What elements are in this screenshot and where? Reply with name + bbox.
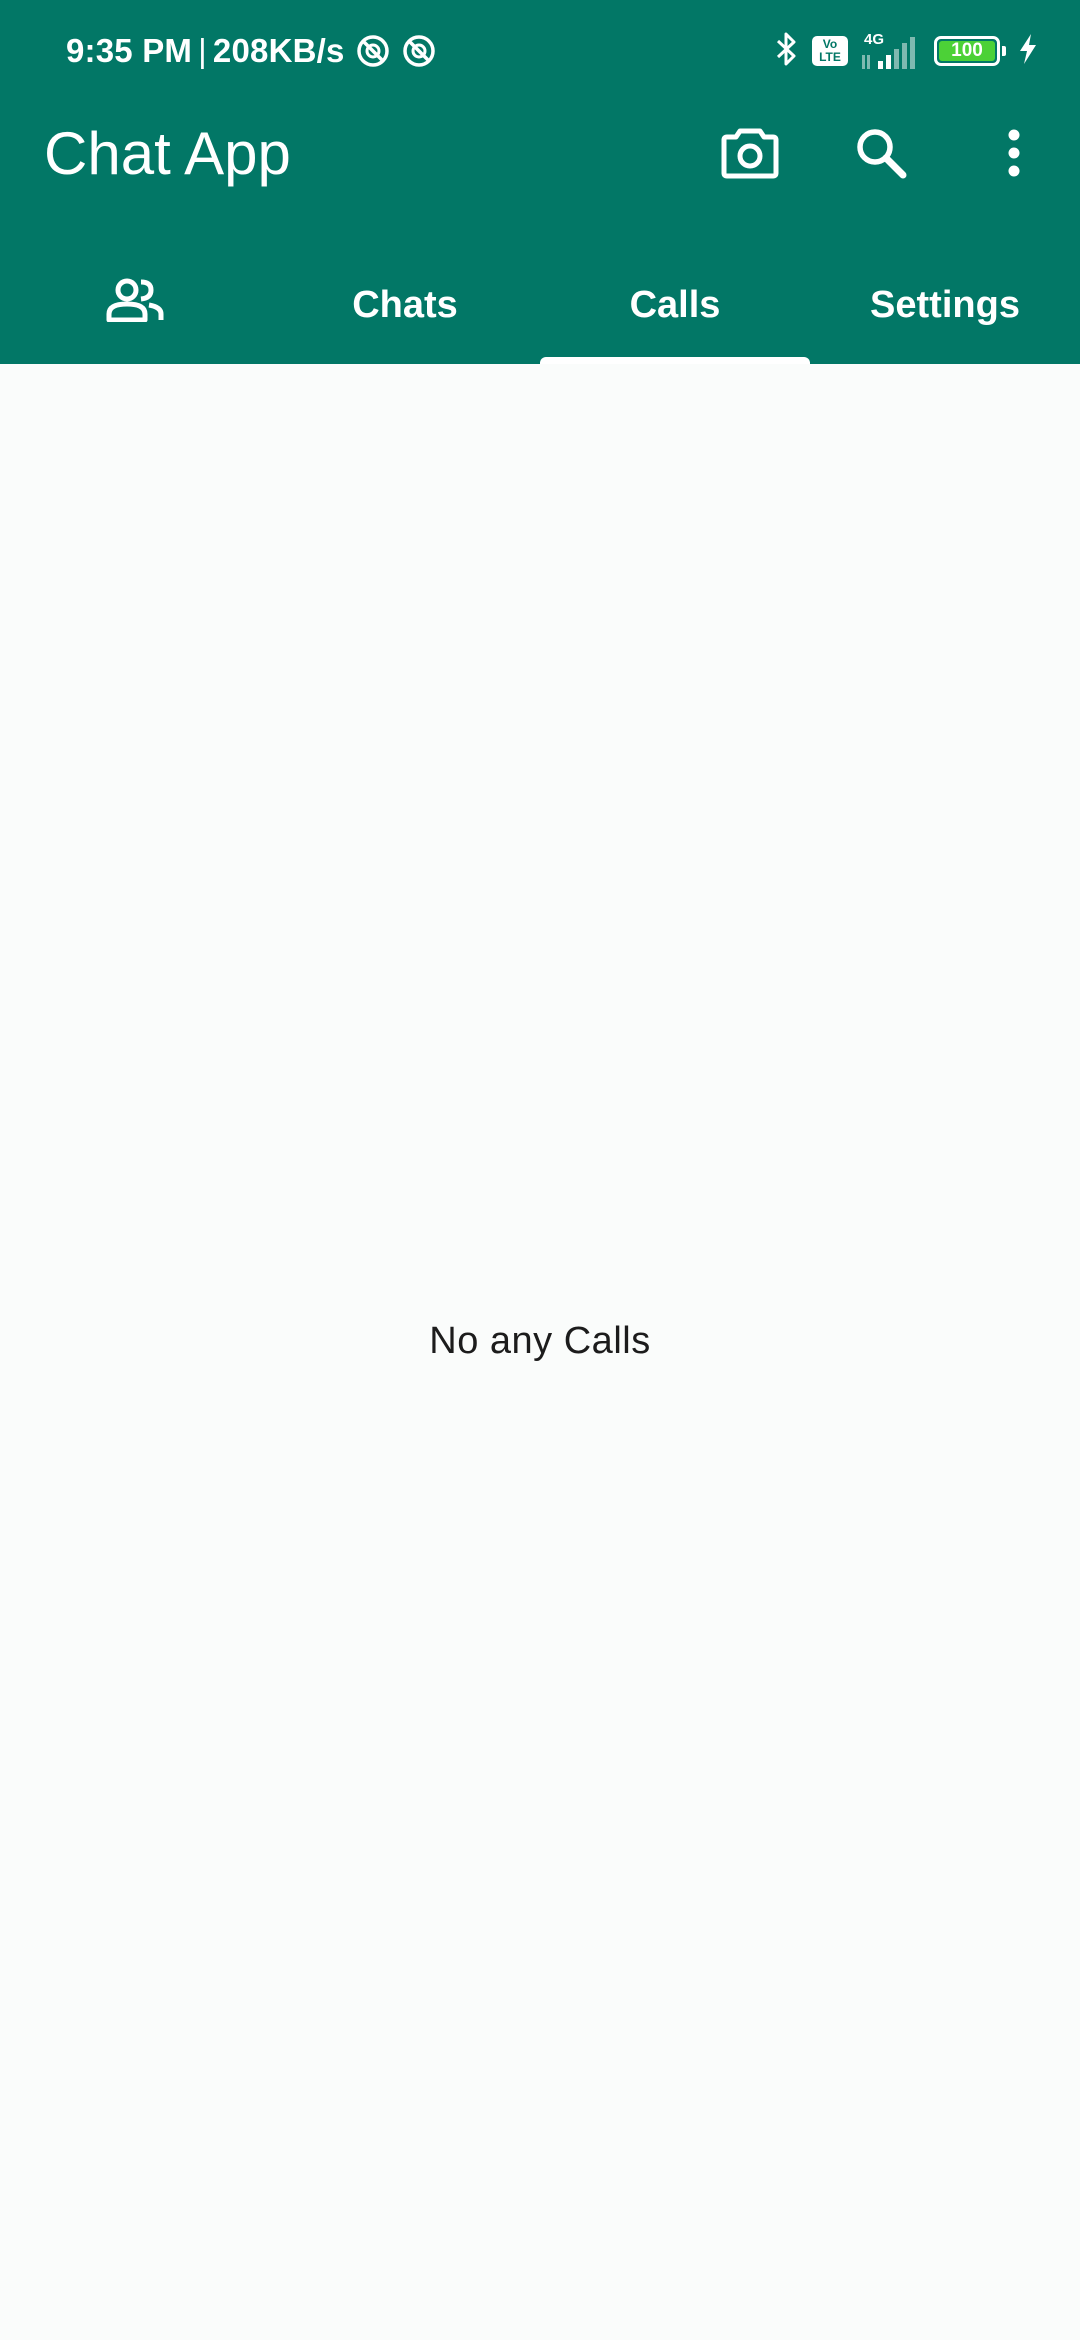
tab-settings-label: Settings [870,283,1020,326]
signal-icon: 4G [860,31,922,71]
more-options-button[interactable] [976,117,1052,193]
empty-calls-message: No any Calls [429,1320,651,1362]
status-time: 9:35 PM [66,32,193,69]
camera-icon [721,127,779,184]
tab-chats[interactable]: Chats [270,246,540,364]
network-speed: 208KB/s [212,32,345,69]
tab-calls-label: Calls [629,283,721,326]
search-icon [854,126,908,185]
battery-icon: 100 [934,36,1006,66]
camera-button[interactable] [712,117,788,193]
app-title: Chat App [44,120,291,187]
bluetooth-icon [774,31,800,72]
status-right: Vo LTE 4G 100 [774,28,1038,74]
dnd-icon [355,33,391,69]
status-bar: 9:35 PM | 208KB/s Vo LTE 4G 100 [0,0,1080,100]
people-icon [105,278,165,332]
app-bar: 9:35 PM | 208KB/s Vo LTE 4G 100 Chat App… [0,0,1080,364]
dnd-icon [401,33,437,69]
battery-level: 100 [939,41,995,61]
volte-bottom-label: LTE [819,50,841,64]
charging-icon [1018,33,1038,70]
tab-contacts[interactable] [0,246,270,364]
more-vert-icon [1006,128,1022,183]
status-left: 9:35 PM | 208KB/s [66,28,437,74]
tab-calls[interactable]: Calls [540,246,810,364]
status-separator: | [198,32,207,69]
tab-settings[interactable]: Settings [810,246,1080,364]
tab-chats-label: Chats [352,283,458,326]
tab-bar: Chats Calls Settings [0,246,1080,364]
volte-icon: Vo LTE [812,36,848,66]
search-button[interactable] [843,117,919,193]
